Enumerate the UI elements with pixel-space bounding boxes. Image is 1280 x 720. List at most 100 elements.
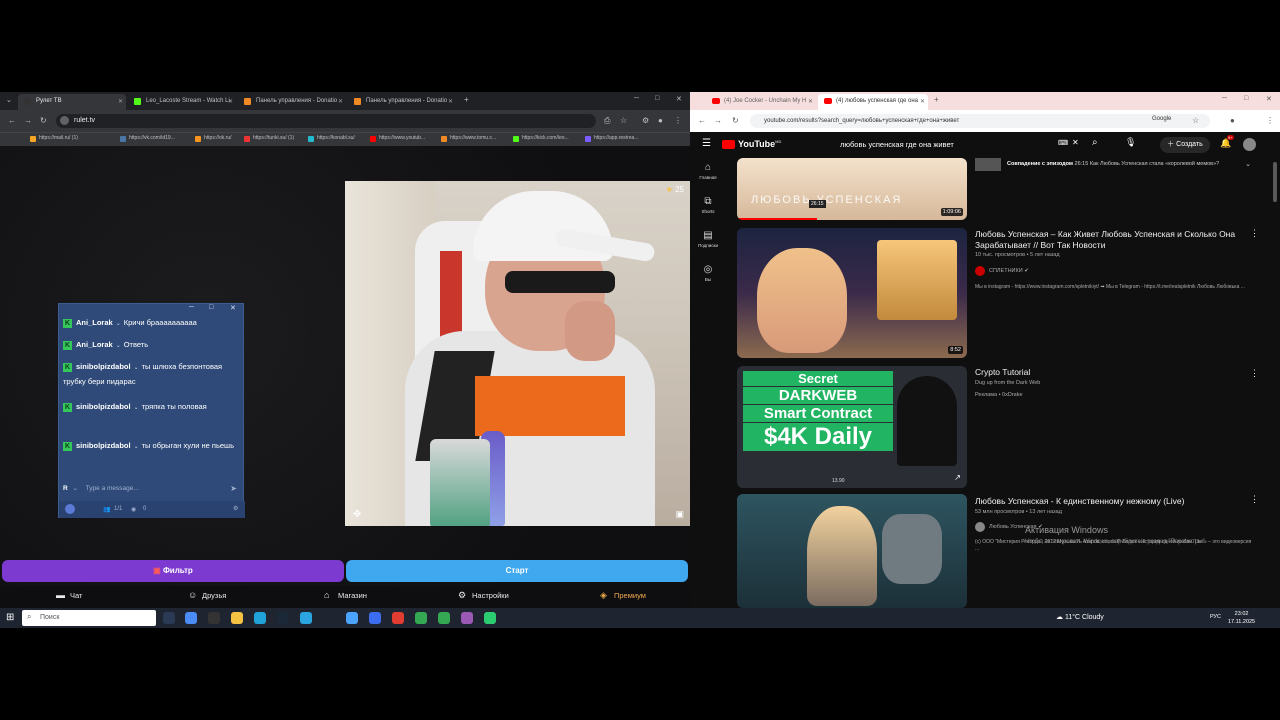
filter-button[interactable]: ▣ Фильтр xyxy=(2,560,344,582)
video-title[interactable]: Любовь Успенская – Как Живет Любовь Успе… xyxy=(975,229,1260,251)
chrome-icon[interactable] xyxy=(415,612,427,624)
nav-shop[interactable]: ⌂ Магазин xyxy=(324,590,367,600)
tab-donation-1[interactable]: Панель управления - Donatio ✕ xyxy=(238,94,346,110)
steam-icon[interactable] xyxy=(277,612,289,624)
tab-search-icon[interactable]: ⌄ xyxy=(6,96,12,104)
maximize-icon[interactable]: □ xyxy=(1244,95,1248,102)
chat-logo-icon[interactable] xyxy=(65,504,75,514)
video-thumbnail[interactable]: 8:52 xyxy=(737,228,967,358)
language-indicator[interactable]: РУС xyxy=(1210,614,1221,620)
app-icon[interactable] xyxy=(369,612,381,624)
close-icon[interactable]: ✕ xyxy=(228,98,233,105)
install-icon[interactable]: ⎙ xyxy=(604,116,610,126)
webcam-video[interactable]: ★ 25 ✥ ▣ xyxy=(345,181,690,526)
bookmark-star-icon[interactable]: ☆ xyxy=(1192,116,1199,125)
clock[interactable]: 23:02 17.11.2025 xyxy=(1228,610,1255,626)
bookmark-mail[interactable]: https://mail.ru/ (1) xyxy=(30,135,78,142)
app-icon[interactable] xyxy=(484,612,496,624)
forward-icon[interactable]: → xyxy=(714,116,722,125)
back-icon[interactable]: ← xyxy=(698,116,706,125)
terminal-icon[interactable] xyxy=(208,612,220,624)
copilot-icon[interactable] xyxy=(185,612,197,624)
close-icon[interactable]: ✕ xyxy=(448,98,453,105)
ad-thumbnail[interactable]: Secret DARKWEB Smart Contract $4K Daily … xyxy=(737,366,967,488)
url-input[interactable]: rulet.tv xyxy=(56,114,596,128)
chevron-down-icon[interactable]: ⌄ xyxy=(73,485,78,492)
tab-youtube-search[interactable]: (4) любовь успенская где она ✕ xyxy=(818,94,928,110)
chat-input[interactable]: R ⌄ Type a message... ➤ xyxy=(63,484,239,498)
bookmark-youtube[interactable]: https://www.youtub... xyxy=(370,135,425,142)
reload-icon[interactable]: ↻ xyxy=(732,116,739,125)
sidebar-item-home[interactable]: ⌂ Главная xyxy=(690,162,726,180)
video-title[interactable]: Любовь Успенская - К единственному нежно… xyxy=(975,496,1260,507)
gallery-icon[interactable]: ▣ xyxy=(675,509,684,520)
close-icon[interactable]: ✕ xyxy=(118,98,123,105)
forward-icon[interactable]: → xyxy=(24,116,32,125)
maximize-icon[interactable]: □ xyxy=(655,95,659,102)
app-icon[interactable] xyxy=(346,612,358,624)
menu-icon[interactable]: ⋮ xyxy=(1266,116,1274,125)
clear-search-icon[interactable]: ✕ xyxy=(1072,138,1079,147)
sidebar-item-shorts[interactable]: ⧉ Shorts xyxy=(690,196,726,214)
minimize-icon[interactable]: ─ xyxy=(634,95,639,102)
more-options-icon[interactable]: ⋮ xyxy=(1250,494,1259,505)
bookmark-star-icon[interactable]: ☆ xyxy=(620,116,627,125)
site-info-icon[interactable] xyxy=(60,116,69,125)
bookmark-tomu[interactable]: https://www.tomu.c... xyxy=(441,135,496,142)
telegram-icon[interactable] xyxy=(300,612,312,624)
nav-chat[interactable]: ▬ Чат xyxy=(56,590,82,600)
edge-icon[interactable] xyxy=(254,612,266,624)
keyboard-icon[interactable]: ⌨ xyxy=(1058,139,1068,147)
video-thumbnail[interactable]: ЛЮБОВЬ УСПЕНСКАЯ 26:15 1:09:06 xyxy=(737,158,967,220)
ad-title[interactable]: Crypto Tutorial xyxy=(975,367,1260,378)
close-window-icon[interactable]: ✕ xyxy=(676,95,682,103)
hamburger-menu-icon[interactable]: ☰ xyxy=(702,138,711,149)
maximize-icon[interactable]: □ xyxy=(209,304,213,311)
bookmark-konabl[interactable]: https://konabl.su/ xyxy=(308,135,355,142)
task-view-icon[interactable] xyxy=(163,612,175,624)
bookmark-tunki[interactable]: https://tunki.su/ (1) xyxy=(244,135,294,142)
profile-icon[interactable]: ● xyxy=(1230,116,1235,125)
channel-link[interactable]: СПЛЕТНИКИ ✔ xyxy=(975,266,1029,276)
app-icon[interactable] xyxy=(461,612,473,624)
bookmark-vk[interactable]: https://vk.com/id19... xyxy=(120,135,175,142)
youtube-search-input[interactable]: любовь успенская где она живет xyxy=(830,137,1085,153)
url-input[interactable]: youtube.com/results?search_query=любовь+… xyxy=(750,114,1210,128)
create-button[interactable]: ＋ Создать xyxy=(1160,137,1210,153)
send-icon[interactable]: ➤ xyxy=(230,484,237,493)
external-link-icon[interactable]: ↗ xyxy=(954,473,961,482)
bookmark-ok[interactable]: https://ok.ru/ xyxy=(195,135,232,142)
close-icon[interactable]: ✕ xyxy=(230,304,236,312)
sidebar-item-you[interactable]: ◎ Вы xyxy=(690,264,726,282)
tab-rulet[interactable]: Рулет ТВ ✕ xyxy=(18,94,126,110)
more-options-icon[interactable]: ⋮ xyxy=(1250,228,1259,239)
new-tab-icon[interactable]: + xyxy=(934,95,939,104)
youtube-logo[interactable]: YouTubeMD xyxy=(722,139,781,149)
bookmark-restream[interactable]: https://app.restrea... xyxy=(585,135,638,142)
close-window-icon[interactable]: ✕ xyxy=(1266,95,1272,103)
explorer-icon[interactable] xyxy=(231,612,243,624)
google-lens-chip[interactable]: Google xyxy=(1152,116,1171,122)
sidebar-item-subscriptions[interactable]: ▤ Подписки xyxy=(690,230,726,248)
minimize-icon[interactable]: ─ xyxy=(189,304,194,311)
nav-premium[interactable]: ◈ Премиум xyxy=(600,590,646,600)
close-icon[interactable]: ✕ xyxy=(338,98,343,105)
tab-joe-cocker[interactable]: (4) Joe Cocker - Unchain My H ✕ xyxy=(706,94,816,110)
settings-icon[interactable]: ⚙ xyxy=(233,505,238,512)
bookmark-kick[interactable]: https://kick.com/leo... xyxy=(513,135,569,142)
app-icon[interactable] xyxy=(392,612,404,624)
minimize-icon[interactable]: ─ xyxy=(1222,95,1227,102)
search-icon[interactable]: ⌕ xyxy=(1092,137,1098,148)
weather-widget[interactable]: ☁ 11°C Cloudy xyxy=(1056,613,1104,621)
reload-icon[interactable]: ↻ xyxy=(40,116,47,125)
avatar[interactable] xyxy=(1243,138,1256,151)
more-options-icon[interactable]: ⋮ xyxy=(1250,368,1259,379)
menu-icon[interactable]: ⋮ xyxy=(674,116,682,125)
close-icon[interactable]: ✕ xyxy=(920,98,925,105)
move-icon[interactable]: ✥ xyxy=(353,509,361,520)
video-thumbnail[interactable] xyxy=(737,494,967,608)
nav-friends[interactable]: ☺ Друзья xyxy=(188,590,226,600)
new-tab-icon[interactable]: + xyxy=(464,95,469,104)
nav-settings[interactable]: ⚙ Настройки xyxy=(458,590,509,600)
microphone-icon[interactable]: 🎙 xyxy=(1125,137,1136,148)
